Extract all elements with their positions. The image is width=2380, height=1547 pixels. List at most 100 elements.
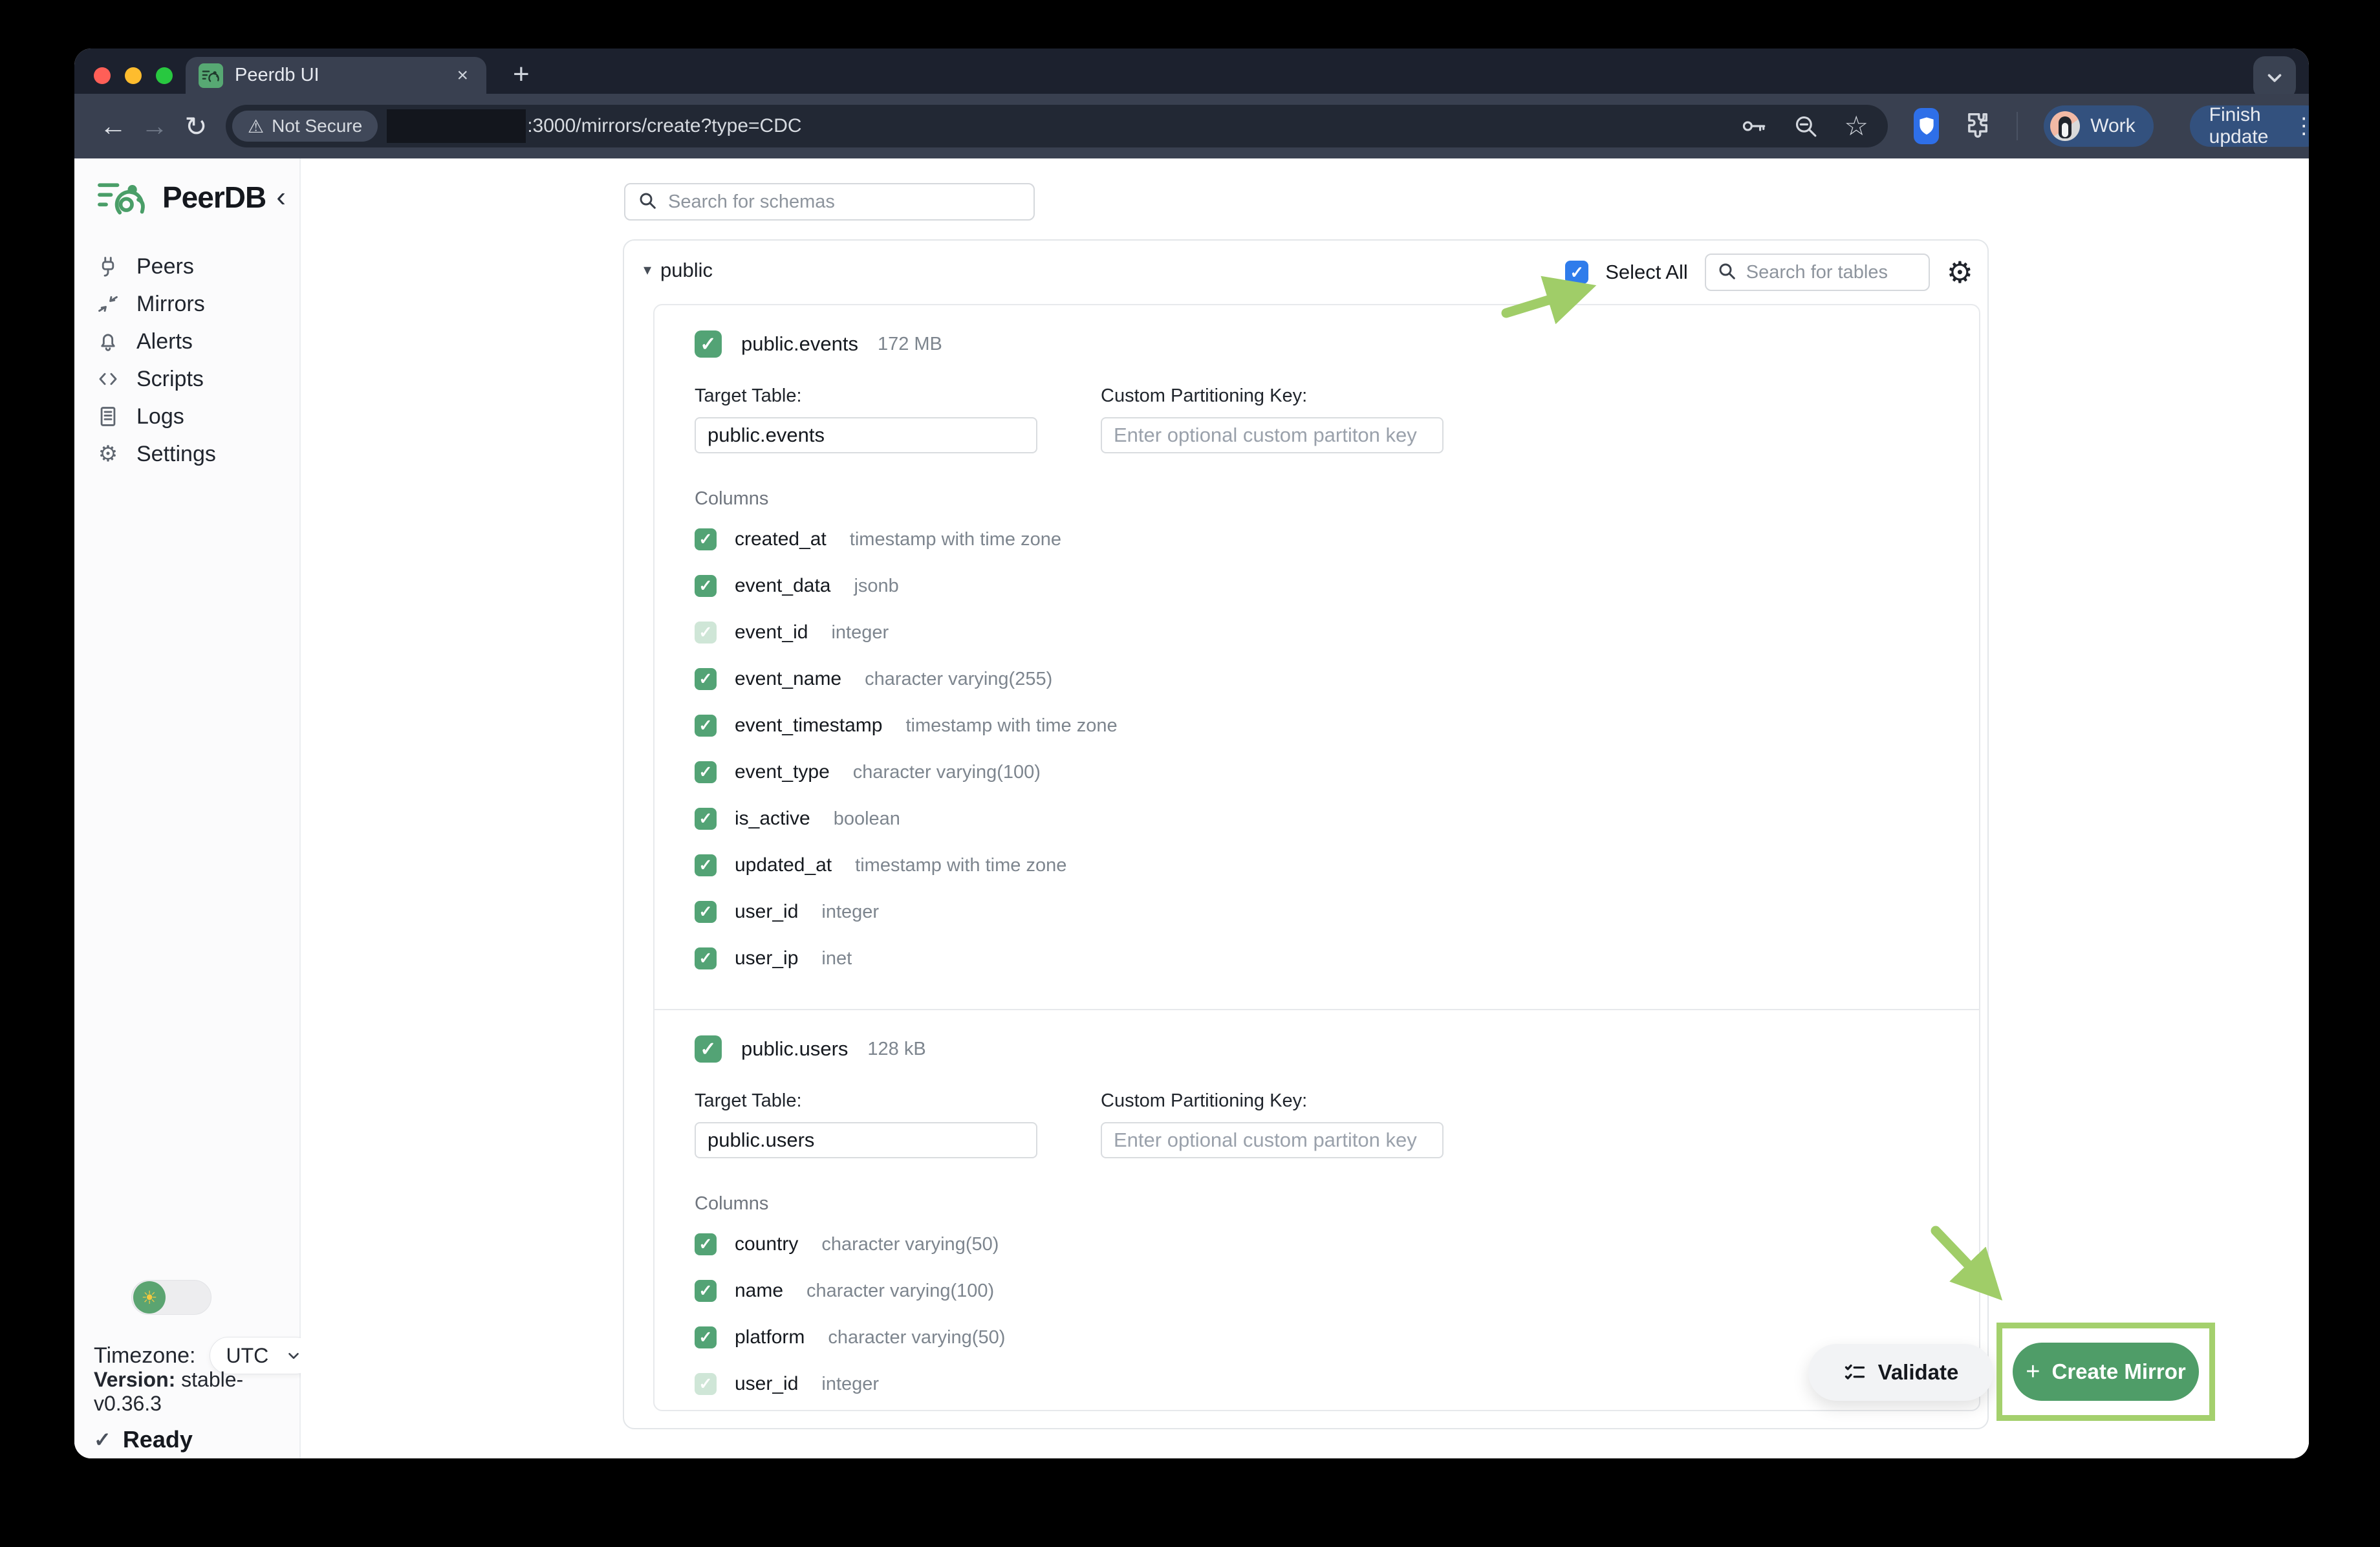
column-name: is_active (735, 808, 810, 830)
column-type: timestamp with time zone (905, 715, 1117, 737)
zoom-out-icon[interactable] (1792, 113, 1819, 140)
reload-icon[interactable]: ↻ (175, 105, 217, 147)
peerdb-favicon-icon (199, 63, 223, 88)
column-type: integer (831, 622, 889, 644)
column-checkbox[interactable] (695, 715, 717, 737)
column-checkbox[interactable] (695, 808, 717, 830)
column-checkbox[interactable] (695, 1326, 717, 1348)
table-name: public.events (741, 332, 858, 356)
table-search-input[interactable] (1746, 262, 1918, 283)
select-all-label: Select All (1605, 261, 1688, 284)
caret-down-icon: ▾ (644, 263, 651, 278)
sidebar-item-settings[interactable]: ⚙ Settings (74, 435, 299, 473)
create-mirror-button[interactable]: + Create Mirror (2013, 1343, 2199, 1401)
partition-key-input[interactable] (1101, 417, 1444, 453)
sidebar-item-mirrors[interactable]: Mirrors (74, 285, 299, 323)
sidebar-item-label: Scripts (136, 367, 204, 392)
partition-key-field: Custom Partitioning Key: (1101, 1090, 1444, 1158)
column-name: name (735, 1280, 783, 1302)
url-text: :3000/mirrors/create?type=CDC (527, 115, 801, 137)
extensions-puzzle-icon[interactable] (1961, 110, 1991, 143)
theme-toggle[interactable]: ☀ (131, 1280, 211, 1315)
table-checkbox[interactable] (695, 1035, 722, 1063)
schema-search-input[interactable] (668, 191, 1022, 213)
table-checkbox[interactable] (695, 330, 722, 358)
column-name: user_ip (735, 947, 798, 969)
column-checkbox[interactable] (695, 528, 717, 550)
sidebar-item-label: Alerts (136, 329, 193, 354)
log-sheet-icon (96, 405, 120, 428)
sidebar-item-scripts[interactable]: Scripts (74, 360, 299, 398)
penguin-avatar (2050, 111, 2080, 141)
search-icon (637, 190, 658, 214)
finish-update-label: Finish update (2209, 104, 2280, 148)
partition-key-label: Custom Partitioning Key: (1101, 1090, 1444, 1112)
column-checkbox[interactable] (695, 901, 717, 923)
minimize-window-button[interactable] (125, 67, 142, 84)
table-row: public.events 172 MB (695, 323, 1953, 365)
validate-button[interactable]: Validate (1808, 1344, 1993, 1401)
column-row: user_id integer (695, 1361, 1953, 1407)
column-name: event_data (735, 575, 830, 597)
close-window-button[interactable] (94, 67, 111, 84)
forward-icon[interactable]: → (134, 105, 175, 147)
columns-list: created_at timestamp with time zone even… (695, 516, 1953, 982)
tab-close-icon[interactable]: × (451, 63, 473, 88)
select-all-checkbox[interactable]: ✓ (1565, 261, 1588, 284)
schema-name: public (660, 259, 713, 282)
target-table-field: Target Table: (695, 1090, 1037, 1158)
peerdb-logo-icon (92, 178, 152, 217)
extensions-area: Work Finish update ⋮ (1914, 105, 2309, 147)
column-checkbox[interactable] (695, 622, 717, 644)
profile-button[interactable]: Work (2044, 105, 2153, 147)
partition-key-input[interactable] (1101, 1122, 1444, 1158)
peerdb-app: PeerDB ‹ Peers Mirrors Alerts S (74, 158, 2309, 1458)
tables-list: public.events 172 MB Target Table: Custo… (654, 305, 1979, 1411)
kebab-menu-icon[interactable]: ⋮ (2293, 115, 2309, 137)
table-settings-gear-icon[interactable]: ⚙ (1947, 257, 1973, 287)
column-type: jsonb (854, 576, 898, 597)
sun-icon: ☀ (133, 1281, 166, 1314)
window-controls (94, 67, 173, 84)
column-row: event_type character varying(100) (695, 749, 1953, 795)
column-row: event_timestamp timestamp with time zone (695, 702, 1953, 749)
version-label: Version: (94, 1368, 175, 1391)
url-bar[interactable]: ⚠ Not Secure :3000/mirrors/create?type=C… (226, 105, 1888, 147)
column-name: event_id (735, 622, 808, 644)
new-tab-button[interactable]: + (506, 60, 536, 89)
column-checkbox[interactable] (695, 1280, 717, 1302)
table-size: 172 MB (878, 334, 942, 355)
bookmark-star-icon[interactable]: ☆ (1844, 113, 1868, 140)
target-table-input[interactable] (695, 417, 1037, 453)
sidebar-item-logs[interactable]: Logs (74, 398, 299, 435)
column-type: timestamp with time zone (850, 529, 1061, 550)
column-checkbox[interactable] (695, 1233, 717, 1255)
back-icon[interactable]: ← (92, 105, 134, 147)
warning-triangle-icon: ⚠ (248, 116, 264, 137)
table-size: 128 kB (867, 1039, 925, 1060)
gear-icon: ⚙ (96, 442, 120, 466)
column-checkbox[interactable] (695, 761, 717, 783)
column-checkbox[interactable] (695, 947, 717, 969)
finish-update-button[interactable]: Finish update ⋮ (2190, 105, 2309, 147)
column-checkbox[interactable] (695, 668, 717, 690)
tab-search-chevron-icon[interactable] (2253, 56, 2296, 99)
sidebar-collapse-icon[interactable]: ‹ (276, 183, 291, 211)
browser-toolbar: ← → ↻ ⚠ Not Secure :3000/mirrors/create?… (74, 94, 2309, 158)
sidebar-item-peers[interactable]: Peers (74, 248, 299, 285)
schema-card: ▾ public ✓ Select All ⚙ (623, 239, 1989, 1429)
browser-tab[interactable]: Peerdb UI × (186, 57, 486, 94)
target-table-input[interactable] (695, 1122, 1037, 1158)
search-icon (1716, 261, 1737, 285)
schema-expander[interactable]: ▾ public (644, 259, 713, 282)
column-checkbox[interactable] (695, 575, 717, 597)
password-key-icon[interactable] (1740, 113, 1768, 140)
bitwarden-shield-icon[interactable] (1914, 108, 1939, 144)
create-mirror-highlight-box: + Create Mirror (1996, 1323, 2215, 1421)
column-checkbox[interactable] (695, 1373, 717, 1395)
sidebar-item-alerts[interactable]: Alerts (74, 323, 299, 360)
table-fields: Target Table: Custom Partitioning Key: (695, 385, 1953, 453)
maximize-window-button[interactable] (156, 67, 173, 84)
column-checkbox[interactable] (695, 854, 717, 876)
not-secure-chip[interactable]: ⚠ Not Secure (232, 111, 378, 142)
